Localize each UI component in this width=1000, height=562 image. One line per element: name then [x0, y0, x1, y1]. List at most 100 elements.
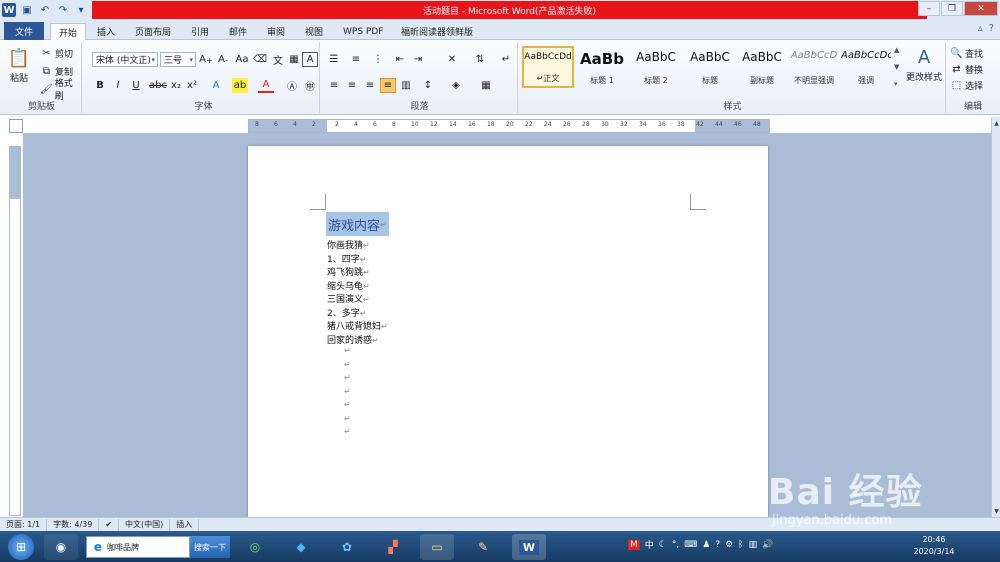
- start-button[interactable]: ⊞: [8, 534, 34, 560]
- empty-paragraph-mark[interactable]: ↵: [344, 414, 351, 423]
- increase-indent-icon[interactable]: ⇥: [410, 52, 426, 67]
- document-heading[interactable]: 游戏内容 ↵: [326, 212, 389, 236]
- enclose-character-icon[interactable]: Ⓐ: [284, 78, 300, 93]
- tab-foxit-reader[interactable]: 福昕阅读器领鲜版: [401, 23, 473, 40]
- status-language[interactable]: 中文(中国): [119, 518, 171, 531]
- font-size-select[interactable]: 三号 ▾: [160, 52, 196, 67]
- document-line[interactable]: 回家的诱惑↵: [327, 333, 379, 346]
- line-spacing-icon[interactable]: ↕: [420, 78, 436, 93]
- change-styles-button[interactable]: A 更改样式: [904, 46, 944, 88]
- style-heading-2[interactable]: AaBbC 标题 2: [630, 46, 682, 88]
- chinese-layout-icon[interactable]: ✕: [444, 52, 460, 67]
- tab-mailings[interactable]: 邮件: [229, 23, 247, 40]
- subscript-icon[interactable]: x₂: [168, 78, 184, 93]
- punctuation-icon[interactable]: °,: [672, 540, 679, 550]
- align-right-icon[interactable]: ≡: [362, 78, 378, 93]
- network-icon[interactable]: ▥: [749, 540, 758, 550]
- proofing-icon[interactable]: ✔: [99, 518, 120, 531]
- help-tray-icon[interactable]: ?: [715, 540, 720, 550]
- app-word-icon[interactable]: W: [512, 534, 546, 560]
- highlight-icon[interactable]: ab: [232, 78, 248, 93]
- minimize-button[interactable]: –: [918, 1, 940, 16]
- document-line[interactable]: 缩头乌龟↵: [327, 279, 370, 292]
- moon-icon[interactable]: ☾: [659, 540, 667, 550]
- document-line[interactable]: 猪八戒背媳妇↵: [327, 319, 388, 332]
- enclose-text-icon[interactable]: ㊥: [302, 78, 318, 93]
- app-cloud-icon[interactable]: ✿: [330, 534, 364, 560]
- show-marks-icon[interactable]: ↵: [498, 52, 514, 67]
- superscript-icon[interactable]: x²: [184, 78, 200, 93]
- help-icon[interactable]: ?: [989, 23, 994, 34]
- tab-view[interactable]: 视图: [305, 23, 323, 40]
- skin-icon[interactable]: ♟: [702, 540, 710, 550]
- clear-format-icon[interactable]: ⌫: [252, 52, 268, 67]
- format-painter-button[interactable]: 🖌 格式刷: [40, 79, 81, 102]
- phonetic-guide-icon[interactable]: 文: [270, 52, 286, 67]
- ime-zh-icon[interactable]: 中: [645, 538, 654, 551]
- paste-button[interactable]: 📋 粘贴: [8, 46, 30, 86]
- style-normal[interactable]: AaBbCcDd ↵正文: [522, 46, 574, 88]
- save-icon[interactable]: ▣: [20, 3, 34, 17]
- borders-icon[interactable]: ▦: [478, 78, 494, 93]
- empty-paragraph-mark[interactable]: ↵: [344, 387, 351, 396]
- character-shading-icon[interactable]: ▦: [286, 52, 302, 67]
- app-green-icon[interactable]: ◎: [238, 534, 272, 560]
- customize-qat-icon[interactable]: ▾: [74, 3, 88, 17]
- system-clock[interactable]: 20:46 2020/3/14: [912, 534, 956, 558]
- grow-font-icon[interactable]: A +: [198, 52, 214, 67]
- font-name-select[interactable]: 宋体 (中文正) ▾: [92, 52, 158, 67]
- change-case-icon[interactable]: Aa: [234, 52, 250, 67]
- empty-paragraph-mark[interactable]: ↵: [344, 360, 351, 369]
- empty-paragraph-mark[interactable]: ↵: [344, 400, 351, 409]
- scroll-down-icon[interactable]: ▼: [992, 505, 1000, 517]
- redo-icon[interactable]: ↷: [56, 3, 70, 17]
- style-heading-1[interactable]: AaBb 标题 1: [576, 46, 628, 88]
- multilevel-list-icon[interactable]: ⋮: [370, 52, 386, 67]
- scroll-up-icon[interactable]: ▲: [992, 117, 1000, 129]
- app-360-icon[interactable]: ◉: [44, 534, 78, 560]
- status-page[interactable]: 页面: 1/1: [0, 518, 48, 531]
- empty-paragraph-mark[interactable]: ↵: [344, 373, 351, 382]
- distribute-icon[interactable]: ▥: [398, 78, 414, 93]
- empty-paragraph-mark[interactable]: ↵: [344, 427, 351, 436]
- undo-icon[interactable]: ↶: [38, 3, 52, 17]
- status-insert-mode[interactable]: 插入: [170, 518, 200, 531]
- character-border-icon[interactable]: A: [302, 52, 318, 67]
- document-page[interactable]: 游戏内容 ↵ 你画我猜↵ 1、四字↵ 鸡飞狗跳↵ 缩头乌龟↵ 三国演义↵ 2、多字↵ 猪八戒背…: [248, 146, 768, 517]
- vertical-ruler[interactable]: [9, 146, 21, 516]
- find-button[interactable]: 🔍 查找: [950, 46, 983, 60]
- style-title[interactable]: AaBbC 标题: [684, 46, 736, 88]
- document-line[interactable]: 鸡飞狗跳↵: [327, 265, 370, 278]
- bold-icon[interactable]: B: [92, 78, 108, 93]
- style-subtle-emphasis[interactable]: AaBbCcD 不明显强调: [788, 46, 840, 88]
- document-line[interactable]: 三国演义↵: [327, 292, 370, 305]
- decrease-indent-icon[interactable]: ⇤: [392, 52, 408, 67]
- vertical-scrollbar[interactable]: ▲ ▼: [991, 117, 1000, 517]
- ie-search-box[interactable]: e 咖啡品牌: [86, 536, 190, 558]
- app-folder-icon[interactable]: ▭: [420, 534, 454, 560]
- style-subtitle[interactable]: AaBbC 副标题: [736, 46, 788, 88]
- minimize-ribbon-icon[interactable]: ▵: [978, 23, 983, 34]
- word-logo-icon[interactable]: W: [2, 3, 16, 17]
- font-color-icon[interactable]: A: [258, 78, 274, 93]
- maximize-button[interactable]: ❐: [941, 1, 963, 16]
- ie-search-button[interactable]: 搜索一下: [190, 536, 230, 558]
- tab-page-layout[interactable]: 页面布局: [135, 23, 171, 40]
- keyboard-icon[interactable]: ⌨: [684, 540, 697, 550]
- document-line[interactable]: 1、四字↵: [327, 252, 366, 265]
- app-paint-icon[interactable]: ✎: [466, 534, 500, 560]
- styles-scroll[interactable]: ▲ ▼ ▾: [894, 46, 904, 88]
- close-button[interactable]: ✕: [964, 1, 998, 16]
- justify-icon[interactable]: ≡: [380, 78, 396, 93]
- horizontal-ruler[interactable]: 8 6 4 2 2 4 6 8 10 12 14 16 18 20 22 24 26 28 30 32 34 36 38 42…: [248, 119, 770, 133]
- tab-home[interactable]: 开始: [50, 23, 87, 40]
- bullets-icon[interactable]: ☰: [326, 52, 342, 67]
- app-red-icon[interactable]: ▞: [376, 534, 410, 560]
- align-left-icon[interactable]: ≡: [326, 78, 342, 93]
- strikethrough-icon[interactable]: abc: [149, 78, 167, 93]
- tab-review[interactable]: 审阅: [267, 23, 285, 40]
- align-center-icon[interactable]: ≡: [344, 78, 360, 93]
- tab-wps-pdf[interactable]: WPS PDF: [343, 23, 383, 40]
- empty-paragraph-mark[interactable]: ↵: [344, 346, 351, 355]
- settings-icon[interactable]: ⚙: [725, 540, 733, 550]
